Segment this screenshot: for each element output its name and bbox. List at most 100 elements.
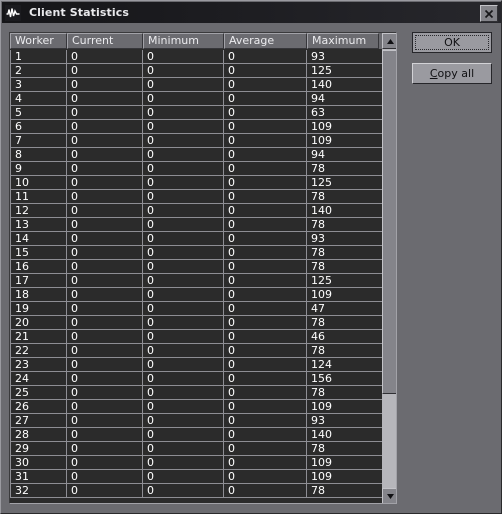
table-cell-minimum: 0 bbox=[143, 274, 224, 288]
table-cell-minimum: 0 bbox=[143, 386, 224, 400]
table-cell-current: 0 bbox=[67, 442, 143, 456]
table-row[interactable]: 15 0 0 0 78 bbox=[10, 246, 382, 260]
table-cell-worker: 9 bbox=[10, 162, 67, 176]
table-cell-current: 0 bbox=[67, 50, 143, 64]
table-cell-minimum: 0 bbox=[143, 470, 224, 484]
table-row[interactable]: 25 0 0 0 78 bbox=[10, 386, 382, 400]
table-cell-worker: 29 bbox=[10, 442, 67, 456]
table-cell-worker: 23 bbox=[10, 358, 67, 372]
title-bar[interactable]: Client Statistics bbox=[2, 2, 501, 23]
table-cell-maximum: 140 bbox=[307, 78, 382, 92]
table-cell-minimum: 0 bbox=[143, 106, 224, 120]
table-cell-maximum: 63 bbox=[307, 106, 382, 120]
table-cell-average: 0 bbox=[224, 134, 307, 148]
table-cell-minimum: 0 bbox=[143, 148, 224, 162]
table-row[interactable]: 28 0 0 0 140 bbox=[10, 428, 382, 442]
table-cell-current: 0 bbox=[67, 190, 143, 204]
table-cell-minimum: 0 bbox=[143, 442, 224, 456]
table-row[interactable]: 27 0 0 0 93 bbox=[10, 414, 382, 428]
triangle-up-icon[interactable] bbox=[382, 33, 396, 49]
table-row[interactable]: 14 0 0 0 93 bbox=[10, 232, 382, 246]
column-header-worker[interactable]: Worker bbox=[10, 33, 67, 49]
table-cell-average: 0 bbox=[224, 162, 307, 176]
table-row[interactable]: 22 0 0 0 78 bbox=[10, 344, 382, 358]
column-header-minimum[interactable]: Minimum bbox=[143, 33, 224, 49]
table-cell-average: 0 bbox=[224, 470, 307, 484]
table-cell-current: 0 bbox=[67, 484, 143, 498]
table-cell-maximum: 78 bbox=[307, 386, 382, 400]
table-cell-maximum: 125 bbox=[307, 64, 382, 78]
table-cell-current: 0 bbox=[67, 246, 143, 260]
table-row[interactable]: 6 0 0 0 109 bbox=[10, 120, 382, 134]
table-cell-maximum: 140 bbox=[307, 204, 382, 218]
vertical-scrollbar[interactable] bbox=[382, 33, 396, 503]
table-row[interactable]: 18 0 0 0 109 bbox=[10, 288, 382, 302]
table-row[interactable]: 29 0 0 0 78 bbox=[10, 442, 382, 456]
table-cell-minimum: 0 bbox=[143, 50, 224, 64]
table-row[interactable]: 30 0 0 0 109 bbox=[10, 456, 382, 470]
table-row[interactable]: 20 0 0 0 78 bbox=[10, 316, 382, 330]
table-cell-current: 0 bbox=[67, 316, 143, 330]
table-cell-average: 0 bbox=[224, 372, 307, 386]
table-cell-current: 0 bbox=[67, 134, 143, 148]
table-cell-average: 0 bbox=[224, 484, 307, 498]
table-row[interactable]: 7 0 0 0 109 bbox=[10, 134, 382, 148]
column-header-current[interactable]: Current bbox=[67, 33, 143, 49]
table-row[interactable]: 11 0 0 0 78 bbox=[10, 190, 382, 204]
focus-ring: OK bbox=[415, 35, 489, 50]
table-cell-average: 0 bbox=[224, 78, 307, 92]
table-row[interactable]: 16 0 0 0 78 bbox=[10, 260, 382, 274]
table-row[interactable]: 19 0 0 0 47 bbox=[10, 302, 382, 316]
table-cell-current: 0 bbox=[67, 204, 143, 218]
scrollbar-thumb[interactable] bbox=[382, 50, 396, 394]
table-row[interactable]: 23 0 0 0 124 bbox=[10, 358, 382, 372]
table-row[interactable]: 12 0 0 0 140 bbox=[10, 204, 382, 218]
table-cell-maximum: 78 bbox=[307, 344, 382, 358]
table-cell-current: 0 bbox=[67, 162, 143, 176]
table-row[interactable]: 3 0 0 0 140 bbox=[10, 78, 382, 92]
table-cell-worker: 25 bbox=[10, 386, 67, 400]
ok-button[interactable]: OK bbox=[412, 32, 492, 53]
window-title: Client Statistics bbox=[29, 6, 129, 19]
client-statistics-dialog: Client Statistics Worker Current Minimum… bbox=[0, 0, 502, 514]
table-cell-maximum: 109 bbox=[307, 120, 382, 134]
table-cell-minimum: 0 bbox=[143, 246, 224, 260]
table-cell-maximum: 156 bbox=[307, 372, 382, 386]
table-row[interactable]: 24 0 0 0 156 bbox=[10, 372, 382, 386]
table-cell-average: 0 bbox=[224, 288, 307, 302]
table-cell-worker: 16 bbox=[10, 260, 67, 274]
column-header-maximum[interactable]: Maximum bbox=[307, 33, 379, 49]
table-cell-maximum: 78 bbox=[307, 260, 382, 274]
table-row[interactable]: 2 0 0 0 125 bbox=[10, 64, 382, 78]
table-cell-minimum: 0 bbox=[143, 414, 224, 428]
table-row[interactable]: 17 0 0 0 125 bbox=[10, 274, 382, 288]
table-cell-average: 0 bbox=[224, 316, 307, 330]
table-cell-worker: 21 bbox=[10, 330, 67, 344]
table-cell-current: 0 bbox=[67, 400, 143, 414]
column-header-average[interactable]: Average bbox=[224, 33, 307, 49]
table-cell-current: 0 bbox=[67, 232, 143, 246]
table-row[interactable]: 8 0 0 0 94 bbox=[10, 148, 382, 162]
table-row[interactable]: 32 0 0 0 78 bbox=[10, 484, 382, 498]
table-cell-minimum: 0 bbox=[143, 372, 224, 386]
table-cell-average: 0 bbox=[224, 106, 307, 120]
table-row[interactable]: 31 0 0 0 109 bbox=[10, 470, 382, 484]
table-cell-current: 0 bbox=[67, 344, 143, 358]
table-cell-current: 0 bbox=[67, 302, 143, 316]
table-row[interactable]: 10 0 0 0 125 bbox=[10, 176, 382, 190]
copy-all-button[interactable]: Copy all bbox=[412, 63, 492, 84]
table-cell-worker: 24 bbox=[10, 372, 67, 386]
table-cell-maximum: 47 bbox=[307, 302, 382, 316]
table-row[interactable]: 21 0 0 0 46 bbox=[10, 330, 382, 344]
table-cell-maximum: 46 bbox=[307, 330, 382, 344]
table-row[interactable]: 13 0 0 0 78 bbox=[10, 218, 382, 232]
table-row[interactable]: 4 0 0 0 94 bbox=[10, 92, 382, 106]
table-row[interactable]: 26 0 0 0 109 bbox=[10, 400, 382, 414]
table-cell-average: 0 bbox=[224, 232, 307, 246]
table-row[interactable]: 5 0 0 0 63 bbox=[10, 106, 382, 120]
close-icon[interactable] bbox=[480, 5, 498, 22]
triangle-down-icon[interactable] bbox=[382, 488, 396, 503]
table-row[interactable]: 9 0 0 0 78 bbox=[10, 162, 382, 176]
table-header-row: Worker Current Minimum Average Maximum bbox=[10, 33, 396, 49]
table-row[interactable]: 1 0 0 0 93 bbox=[10, 50, 382, 64]
